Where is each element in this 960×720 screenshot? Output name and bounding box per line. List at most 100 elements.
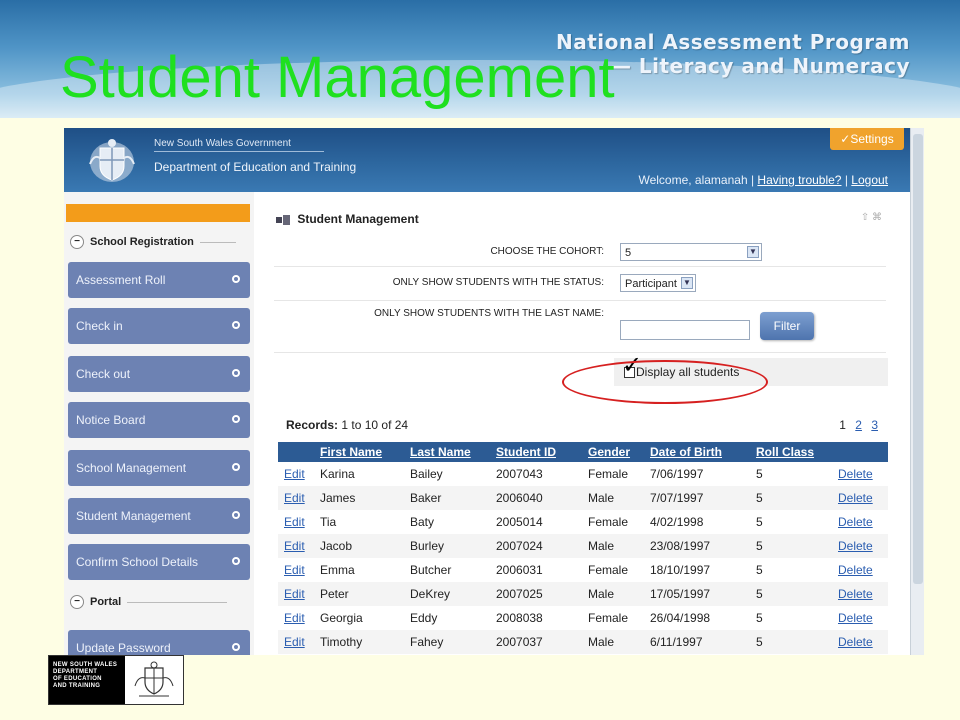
delete-link[interactable]: Delete: [838, 515, 873, 529]
radio-dot-icon: [232, 275, 240, 283]
scrollbar[interactable]: [910, 128, 924, 655]
table-cell: 5: [750, 582, 832, 606]
radio-dot-icon: [232, 321, 240, 329]
panel-controls-icon[interactable]: ⇧ ⌘: [861, 212, 882, 223]
delete-link[interactable]: Delete: [838, 491, 873, 505]
table-row: Edit Timothy Fahey 2007037 Male 6/11/1997 5 Del…: [278, 630, 888, 654]
sidebar-item-confirm-school-details[interactable]: Confirm School Details: [68, 544, 250, 580]
edit-link[interactable]: Edit: [284, 611, 305, 625]
sidebar-item-label: Update Password: [76, 641, 171, 655]
students-table: First Name Last Name Student ID Gender D…: [278, 442, 888, 654]
sidebar-item-update-password[interactable]: Update Password: [68, 630, 250, 655]
edit-link[interactable]: Edit: [284, 635, 305, 649]
delete-link[interactable]: Delete: [838, 539, 873, 553]
lastname-input[interactable]: [620, 320, 750, 340]
sidebar-item-assessment-roll[interactable]: Assessment Roll: [68, 262, 250, 298]
welcome-bar: Welcome, alamanah | Having trouble? | Lo…: [638, 173, 888, 187]
table-row: Edit Jacob Burley 2007024 Male 23/08/1997 5 Del…: [278, 534, 888, 558]
table-cell: Female: [588, 611, 629, 625]
edit-link[interactable]: Edit: [284, 491, 305, 505]
logout-link[interactable]: Logout: [851, 173, 888, 187]
page-link-2[interactable]: 2: [855, 418, 862, 432]
column-header-first-name[interactable]: First Name: [314, 442, 404, 462]
table-cell: Burley: [404, 534, 490, 558]
sidebar-item-check-in[interactable]: Check in: [68, 308, 250, 344]
sidebar-item-school-management[interactable]: School Management: [68, 450, 250, 486]
student-management-panel: Student Management ⇧ ⌘ CHOOSE THE COHORT…: [270, 210, 890, 655]
radio-dot-icon: [232, 557, 240, 565]
sidebar-item-label: Confirm School Details: [76, 555, 199, 569]
sidebar-top-bar: [66, 204, 250, 222]
table-cell: 17/05/1997: [644, 582, 750, 606]
column-header-roll-class[interactable]: Roll Class: [750, 442, 832, 462]
delete-cell: Delete: [832, 630, 888, 654]
filter-button[interactable]: Filter: [760, 312, 814, 340]
welcome-text: Welcome, alamanah |: [638, 173, 755, 187]
delete-link[interactable]: Delete: [838, 563, 873, 577]
edit-link[interactable]: Edit: [284, 515, 305, 529]
status-select[interactable]: Participant ▼: [620, 274, 696, 292]
app-window: New South Wales Government Department of…: [64, 128, 924, 655]
delete-link[interactable]: Delete: [838, 611, 873, 625]
edit-link[interactable]: Edit: [284, 563, 305, 577]
column-header-student-id[interactable]: Student ID: [490, 442, 582, 462]
edit-cell: Edit: [278, 558, 314, 582]
section-divider: [127, 601, 228, 603]
status-label: ONLY SHOW STUDENTS WITH THE STATUS:: [392, 277, 604, 288]
table-cell: Emma: [320, 563, 355, 577]
radio-dot-icon: [232, 643, 240, 651]
table-cell: Male: [582, 486, 644, 510]
table-row: Edit Karina Bailey 2007043 Female 7/06/1997 5 D…: [278, 462, 888, 486]
lastname-label: ONLY SHOW STUDENTS WITH THE LAST NAME:: [374, 308, 604, 319]
table-cell: 2006040: [490, 486, 582, 510]
delete-link[interactable]: Delete: [838, 467, 873, 481]
edit-link[interactable]: Edit: [284, 587, 305, 601]
table-cell: 26/04/1998: [650, 611, 711, 625]
section-portal[interactable]: − Portal: [70, 592, 228, 612]
table-row: Edit James Baker 2006040 Male 7/07/1997 5 Delet…: [278, 486, 888, 510]
table-cell: James: [314, 486, 404, 510]
coat-of-arms-icon: [134, 661, 174, 697]
table-cell: 7/07/1997: [644, 486, 750, 510]
delete-link[interactable]: Delete: [838, 587, 873, 601]
table-cell: 2007024: [490, 534, 582, 558]
cohort-select[interactable]: 5 ▼: [620, 243, 762, 261]
column-header-last-name[interactable]: Last Name: [404, 442, 490, 462]
scrollbar-thumb[interactable]: [913, 134, 923, 584]
section-school-registration[interactable]: − School Registration: [70, 232, 236, 252]
cohort-value: 5: [625, 247, 632, 259]
edit-link[interactable]: Edit: [284, 539, 305, 553]
page-link-3[interactable]: 3: [871, 418, 878, 432]
column-header-dob[interactable]: Date of Birth: [644, 442, 750, 462]
dept-name: Department of Education and Training: [154, 160, 357, 174]
table-cell: 2007043: [496, 467, 543, 481]
sidebar-item-check-out[interactable]: Check out: [68, 356, 250, 392]
edit-cell: Edit: [278, 630, 314, 654]
table-cell: 4/02/1998: [650, 515, 704, 529]
table-row: Edit Tia Baty 2005014 Female 4/02/1998 5 Delete: [278, 510, 888, 534]
collapse-icon[interactable]: −: [70, 595, 84, 609]
sidebar-item-student-management[interactable]: Student Management: [68, 498, 250, 534]
lastname-row: ONLY SHOW STUDENTS WITH THE LAST NAME: F…: [274, 300, 886, 353]
table-cell: Peter: [314, 582, 404, 606]
sidebar-item-notice-board[interactable]: Notice Board: [68, 402, 250, 438]
delete-link[interactable]: Delete: [838, 635, 873, 649]
collapse-icon[interactable]: −: [70, 235, 84, 249]
table-cell: Male: [582, 630, 644, 654]
help-link[interactable]: Having trouble?: [757, 173, 841, 187]
table-cell: Fahey: [404, 630, 490, 654]
chevron-down-icon[interactable]: ▼: [681, 277, 693, 289]
cohort-row: CHOOSE THE COHORT: 5 ▼: [274, 238, 886, 267]
chevron-down-icon[interactable]: ▼: [747, 246, 759, 258]
column-header-gender[interactable]: Gender: [582, 442, 644, 462]
edit-link[interactable]: Edit: [284, 467, 305, 481]
page-current: 1: [839, 418, 846, 432]
records-count: Records: 1 to 10 of 24: [286, 418, 408, 432]
settings-button[interactable]: ✓Settings: [830, 128, 904, 150]
column-header-edit: [278, 442, 314, 462]
table-cell: Tia: [320, 515, 337, 529]
sidebar-item-label: Notice Board: [76, 413, 146, 427]
panel-title: Student Management: [276, 212, 419, 226]
table-cell: 2007025: [490, 582, 582, 606]
table-cell: Female: [588, 467, 629, 481]
